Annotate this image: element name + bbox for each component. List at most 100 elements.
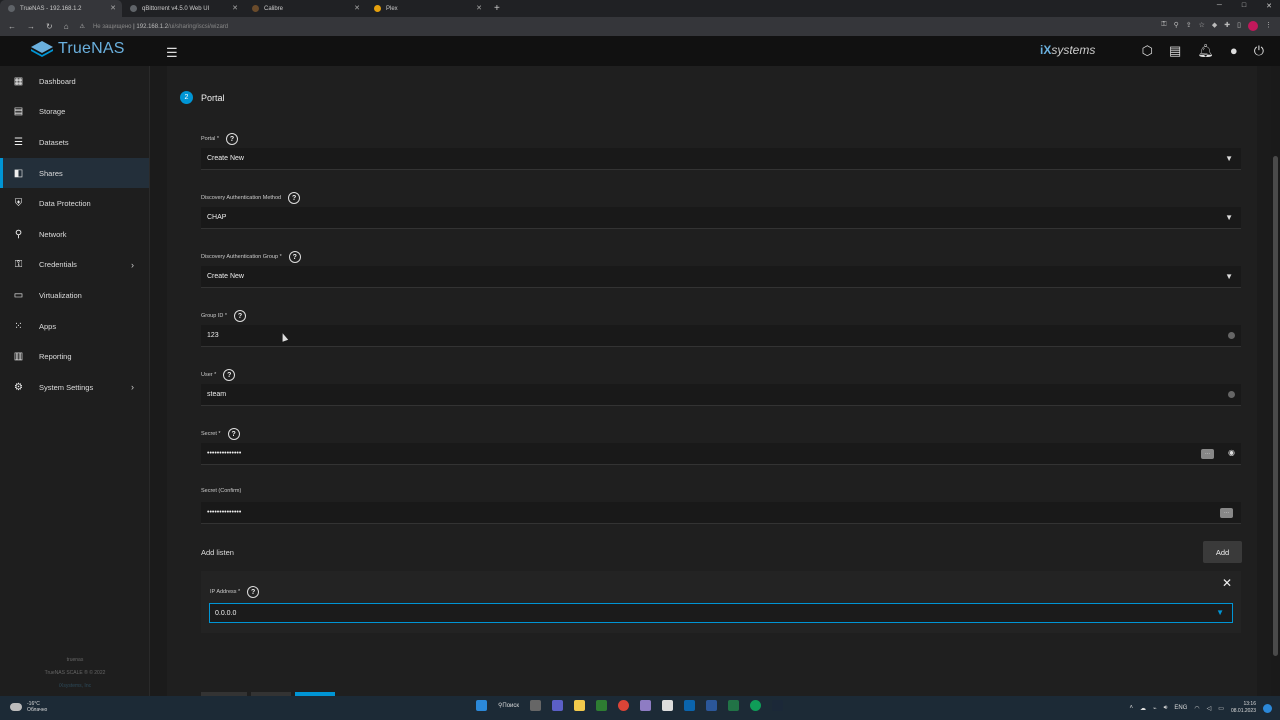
- help-icon[interactable]: ?: [226, 133, 239, 145]
- excel-icon[interactable]: [728, 700, 740, 711]
- discovery-method-select[interactable]: CHAP ▼: [201, 207, 1241, 229]
- app-icon[interactable]: [640, 700, 652, 711]
- sidebar-item-storage[interactable]: ▤ Storage: [0, 97, 149, 128]
- discovery-group-select[interactable]: Create New ▼: [201, 266, 1241, 288]
- network-tray-icon[interactable]: ⌁: [1153, 705, 1157, 712]
- jobs-icon[interactable]: ▤: [1169, 43, 1181, 59]
- wizard-step-header[interactable]: 2 Portal: [180, 91, 225, 104]
- task-view-icon[interactable]: [530, 700, 542, 711]
- sidebar-item-dashboard[interactable]: ▦ Dashboard: [0, 66, 149, 97]
- help-icon[interactable]: ?: [247, 586, 260, 598]
- clear-icon[interactable]: [1228, 332, 1235, 339]
- new-tab-button[interactable]: +: [494, 3, 500, 14]
- key-icon[interactable]: ⚿: [1161, 21, 1166, 31]
- sidebar-item-shares[interactable]: ◧ Shares: [0, 157, 149, 189]
- zoom-icon[interactable]: ⚲: [1174, 21, 1179, 31]
- share-icon[interactable]: ⇪: [1186, 21, 1192, 31]
- sidebar-item-virtualization[interactable]: ▭ Virtualization: [0, 280, 149, 311]
- bell-icon[interactable]: 🔔︎: [1197, 43, 1214, 59]
- apps-icon: ⁙: [14, 320, 23, 332]
- browser-tab-truenas[interactable]: TrueNAS - 192.168.1.2 ✕: [0, 0, 122, 17]
- minimize-icon[interactable]: ─: [1217, 2, 1222, 10]
- start-menu-icon[interactable]: [476, 700, 487, 711]
- sidebar-item-datasets[interactable]: ☰ Datasets: [0, 127, 149, 158]
- add-listen-button[interactable]: Add: [1203, 541, 1242, 563]
- sidebar-item-credentials[interactable]: ⚿ Credentials ›: [0, 250, 149, 281]
- edge-icon[interactable]: [750, 700, 762, 711]
- outlook-icon[interactable]: [684, 700, 696, 711]
- portal-select[interactable]: Create New ▼: [201, 148, 1241, 170]
- browser-tab-calibre[interactable]: Calibre ✕: [244, 0, 366, 17]
- password-manager-icon[interactable]: ···: [1201, 449, 1214, 459]
- remove-listen-close-icon[interactable]: ✕: [1222, 576, 1232, 590]
- maximize-icon[interactable]: □: [1242, 2, 1246, 10]
- help-icon[interactable]: ?: [233, 310, 246, 322]
- help-icon[interactable]: ?: [223, 369, 236, 381]
- file-explorer-icon[interactable]: [574, 700, 586, 711]
- vendor-link[interactable]: iXsystems, Inc: [0, 680, 150, 693]
- secret-input[interactable]: •••••••••••••• ··· ◉: [201, 443, 1241, 465]
- tray-expand-icon[interactable]: ˄: [1129, 705, 1133, 711]
- steam-icon[interactable]: [772, 700, 784, 711]
- gear-icon: ⚙: [14, 381, 23, 393]
- warning-icon[interactable]: ⚠: [80, 23, 85, 30]
- url-field[interactable]: Не защищено | 192.168.1.2/ui/sharing/isc…: [93, 24, 228, 30]
- home-icon[interactable]: ⌂: [64, 22, 69, 31]
- hamburger-menu-icon[interactable]: ☰: [166, 45, 178, 61]
- word-icon[interactable]: [706, 700, 718, 711]
- volume-icon[interactable]: 🔊︎: [1164, 705, 1168, 712]
- clock[interactable]: 13:16 08.01.2023: [1231, 701, 1256, 715]
- menu-dots-icon[interactable]: ⋮: [1265, 21, 1272, 31]
- profile-avatar[interactable]: [1248, 21, 1258, 31]
- truecommand-icon[interactable]: ⬡: [1142, 43, 1153, 59]
- power-icon[interactable]: ⏻: [1254, 43, 1264, 59]
- help-icon[interactable]: ?: [288, 251, 301, 263]
- cloud-sync-icon[interactable]: ☁: [1140, 705, 1146, 712]
- sidebar-item-network[interactable]: ⚲ Network: [0, 219, 149, 250]
- ixsystems-logo[interactable]: iXsystems: [1040, 43, 1095, 57]
- puzzle-icon[interactable]: ✚: [1224, 21, 1230, 31]
- store-icon[interactable]: [596, 700, 608, 711]
- back-icon[interactable]: ←: [8, 22, 16, 31]
- scrollbar-thumb[interactable]: [1273, 156, 1278, 656]
- weather-widget[interactable]: -16°C Облачно: [10, 701, 47, 713]
- close-tab-icon[interactable]: ✕: [476, 4, 482, 12]
- star-icon[interactable]: ☆: [1199, 21, 1205, 31]
- browser-tab-plex[interactable]: Plex ✕: [366, 0, 488, 17]
- battery-icon[interactable]: ▭: [1218, 705, 1224, 712]
- language-indicator[interactable]: ENG: [1174, 705, 1187, 711]
- reload-icon[interactable]: ↻: [46, 22, 53, 31]
- sidebar-item-data-protection[interactable]: ⛨ Data Protection: [0, 188, 149, 219]
- close-window-icon[interactable]: ✕: [1266, 2, 1272, 10]
- browser-tab-qbittorrent[interactable]: qBittorrent v4.5.0 Web UI ✕: [122, 0, 244, 17]
- notion-icon[interactable]: [662, 700, 674, 711]
- password-manager-icon[interactable]: ···: [1220, 508, 1233, 518]
- forward-icon[interactable]: →: [27, 22, 35, 31]
- sidebar-item-reporting[interactable]: ▥ Reporting: [0, 341, 149, 372]
- close-tab-icon[interactable]: ✕: [232, 4, 238, 12]
- account-icon[interactable]: ●: [1230, 43, 1238, 59]
- user-input[interactable]: steam: [201, 384, 1241, 406]
- page-scrollbar[interactable]: [1271, 66, 1280, 696]
- sidebar-toggle-icon[interactable]: ▯: [1237, 21, 1241, 31]
- group-id-input[interactable]: 123: [201, 325, 1241, 347]
- wifi-icon[interactable]: ◠: [1194, 705, 1199, 712]
- speaker-icon[interactable]: ◁: [1207, 705, 1212, 712]
- sidebar-item-system-settings[interactable]: ⚙ System Settings ›: [0, 372, 149, 403]
- close-tab-icon[interactable]: ✕: [354, 4, 360, 12]
- chrome-icon[interactable]: [618, 700, 630, 711]
- truenas-logo[interactable]: TrueNAS: [29, 40, 125, 58]
- chat-icon[interactable]: [552, 700, 564, 711]
- ip-address-label: IP Address *?: [210, 586, 260, 598]
- taskbar-search[interactable]: ⚲ Поиск: [498, 702, 519, 710]
- extension-icon[interactable]: ◆: [1212, 21, 1217, 31]
- ip-address-select[interactable]: 0.0.0.0 ▼: [209, 603, 1233, 623]
- close-tab-icon[interactable]: ✕: [110, 4, 116, 12]
- notification-icon[interactable]: [1263, 703, 1272, 713]
- help-icon[interactable]: ?: [288, 192, 301, 204]
- sidebar-item-apps[interactable]: ⁙ Apps: [0, 311, 149, 342]
- secret-confirm-input[interactable]: •••••••••••••• ···: [201, 502, 1241, 524]
- visibility-off-icon[interactable]: ◉: [1228, 448, 1235, 457]
- clear-icon[interactable]: [1228, 391, 1235, 398]
- help-icon[interactable]: ?: [227, 428, 240, 440]
